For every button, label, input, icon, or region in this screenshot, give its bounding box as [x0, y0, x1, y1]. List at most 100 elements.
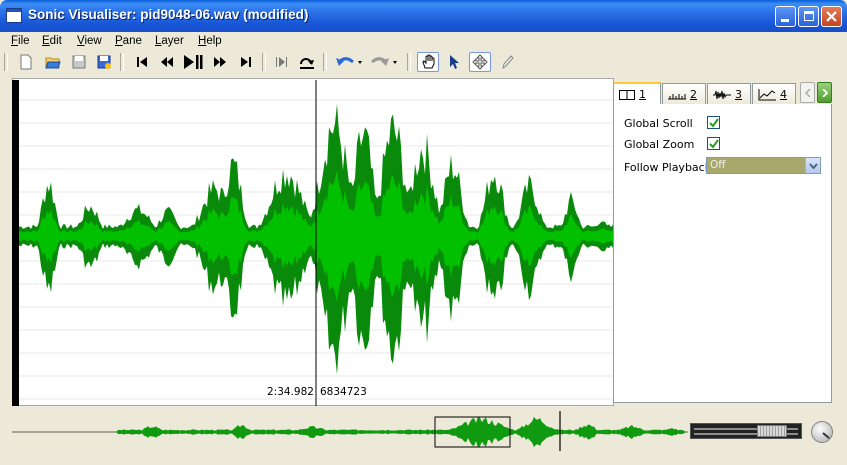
- minimize-button[interactable]: [775, 6, 796, 27]
- menu-view[interactable]: View: [77, 35, 102, 47]
- menu-edit-mnemonic: E: [42, 35, 50, 47]
- menu-file[interactable]: File: [11, 35, 30, 47]
- tab-1-label: 1: [639, 88, 646, 101]
- tab-4-label: 4: [780, 88, 787, 101]
- tab-2-label: 2: [690, 88, 697, 101]
- new-file-icon: [20, 54, 32, 70]
- frame-readout: 6834723: [320, 386, 367, 398]
- dropdown-button[interactable]: [805, 158, 820, 173]
- undo-icon: [336, 57, 362, 66]
- tab-1[interactable]: 1: [613, 82, 661, 105]
- rewind-start-button[interactable]: [132, 52, 152, 72]
- app-icon: [6, 8, 22, 23]
- navigate-hand-icon: [422, 54, 435, 69]
- maximize-icon: [804, 11, 814, 21]
- toolbar-separator: [262, 53, 266, 71]
- toolbar-separator: [323, 53, 327, 71]
- loop-icon: [300, 58, 314, 69]
- chart-line-icon: [758, 88, 776, 100]
- toolbar: [0, 51, 847, 73]
- toolbar-separator: [120, 53, 124, 71]
- tab-4[interactable]: 4: [752, 83, 796, 105]
- overview-waveform[interactable]: [12, 410, 688, 452]
- fast-forward-icon: [214, 57, 226, 67]
- navigate-tool-button[interactable]: [417, 52, 439, 72]
- close-icon: [826, 11, 837, 22]
- play-selection-icon: [276, 57, 287, 67]
- menu-layer-label: ayer: [161, 35, 184, 47]
- menu-help[interactable]: Help: [198, 35, 222, 47]
- redo-icon: [371, 57, 397, 66]
- follow-playback-value: Off: [710, 159, 726, 171]
- minimize-icon: [781, 19, 789, 22]
- checkmark-icon: [709, 139, 719, 149]
- play-selection-button[interactable]: [272, 52, 292, 72]
- select-tool-button[interactable]: [444, 52, 464, 72]
- maximize-button[interactable]: [798, 6, 819, 27]
- waveform-icon: [713, 90, 731, 99]
- move-tool-button[interactable]: [469, 52, 491, 72]
- global-scroll-checkbox[interactable]: [707, 116, 720, 129]
- menu-pane-label: ane: [122, 35, 142, 47]
- menu-pane-mnemonic: P: [115, 35, 123, 47]
- title-bar: Sonic Visualiser: pid9048-06.wav (modifi…: [0, 0, 847, 32]
- tab-2[interactable]: 2: [662, 83, 706, 105]
- menu-pane[interactable]: Pane: [115, 35, 142, 47]
- chevron-down-icon: [808, 162, 818, 169]
- open-file-button[interactable]: [43, 52, 63, 72]
- menu-layer[interactable]: Layer: [155, 35, 184, 47]
- menu-edit-label: dit: [49, 35, 62, 47]
- menu-help-label: elp: [206, 35, 222, 47]
- playback-speed-dial[interactable]: [811, 421, 833, 443]
- time-readout: 2:34.982: [267, 386, 314, 398]
- tab-scroll-right-button[interactable]: [817, 82, 832, 103]
- rewind-start-icon: [137, 57, 147, 67]
- save-button[interactable]: [69, 52, 89, 72]
- checkmark-icon: [709, 118, 719, 128]
- fast-forward-button[interactable]: [210, 52, 230, 72]
- global-scroll-label: Global Scroll: [624, 117, 693, 130]
- undo-button[interactable]: [334, 52, 364, 72]
- menu-edit[interactable]: Edit: [42, 35, 62, 47]
- play-pause-icon: [184, 55, 203, 69]
- global-zoom-checkbox[interactable]: [707, 137, 720, 150]
- move-icon: [472, 54, 488, 70]
- follow-playback-select[interactable]: Off: [706, 157, 821, 174]
- open-folder-icon: [45, 57, 61, 69]
- pane-layout-icon: [619, 89, 635, 100]
- window-title: Sonic Visualiser: pid9048-06.wav (modifi…: [28, 7, 309, 22]
- tab-3-label: 3: [735, 88, 742, 101]
- menu-view-label: iew: [84, 35, 102, 47]
- rewind-icon: [161, 57, 173, 67]
- overview-waveform-shape: [112, 416, 686, 448]
- toolbar-separator: [407, 53, 411, 71]
- follow-playback-label: Follow Playback: [624, 161, 712, 174]
- pane-left-bar: [12, 80, 19, 406]
- save-icon: [72, 55, 86, 69]
- tab-3[interactable]: 3: [707, 83, 751, 105]
- loop-button[interactable]: [297, 52, 317, 72]
- tab-scroll-left-button[interactable]: [800, 82, 815, 103]
- chevron-left-icon: [804, 88, 811, 97]
- forward-end-button[interactable]: [236, 52, 256, 72]
- select-arrow-icon: [450, 55, 459, 69]
- redo-button[interactable]: [370, 52, 400, 72]
- forward-end-icon: [241, 57, 251, 67]
- toolbar-grip: [4, 53, 8, 71]
- new-file-button[interactable]: [16, 52, 36, 72]
- draw-pencil-icon: [502, 55, 514, 70]
- chevron-right-icon: [821, 88, 828, 97]
- close-button[interactable]: [821, 6, 842, 27]
- global-zoom-label: Global Zoom: [624, 138, 695, 151]
- save-as-button[interactable]: [94, 52, 114, 72]
- draw-tool-button[interactable]: [497, 52, 517, 72]
- menu-file-mnemonic: F: [11, 35, 19, 47]
- play-pause-button[interactable]: [183, 52, 203, 72]
- ruler-icon: [668, 93, 686, 99]
- rewind-button[interactable]: [157, 52, 177, 72]
- menu-file-label: ile: [18, 35, 30, 47]
- save-as-icon: [97, 55, 111, 69]
- menu-bar: File Edit View Pane Layer Help: [0, 32, 847, 51]
- playback-gain-slider[interactable]: [757, 425, 787, 437]
- waveform-display[interactable]: [19, 80, 613, 406]
